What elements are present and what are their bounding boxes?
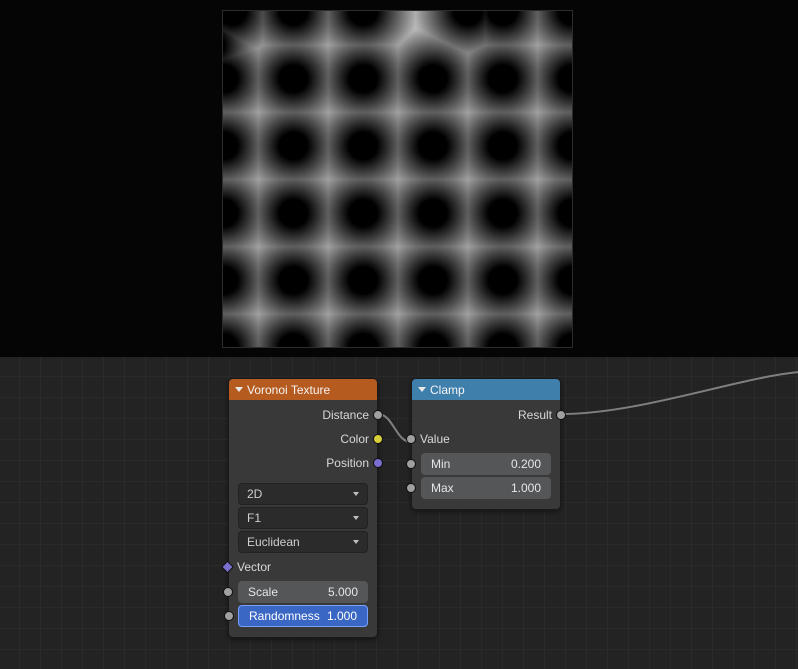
dimensions-dropdown[interactable]: 2D [238, 483, 368, 505]
input-vector: Vector [229, 555, 377, 579]
collapse-icon[interactable] [418, 387, 426, 392]
max-socket[interactable] [406, 483, 416, 493]
output-result: Result [412, 403, 560, 427]
scale-field[interactable]: Scale 5.000 [238, 581, 368, 603]
chevron-down-icon [353, 516, 359, 520]
chevron-down-icon [353, 540, 359, 544]
node-header[interactable]: Voronoi Texture [229, 379, 377, 400]
value-socket[interactable] [406, 434, 416, 444]
vector-socket[interactable] [221, 561, 234, 574]
collapse-icon[interactable] [235, 387, 243, 392]
chevron-down-icon [353, 492, 359, 496]
min-field[interactable]: Min 0.200 [421, 453, 551, 475]
scale-socket[interactable] [223, 587, 233, 597]
position-socket[interactable] [373, 458, 383, 468]
node-wires [0, 357, 798, 669]
randomness-socket[interactable] [224, 611, 234, 621]
output-position: Position [229, 451, 377, 475]
output-distance: Distance [229, 403, 377, 427]
voronoi-texture-node[interactable]: Voronoi Texture Distance Color Position … [228, 378, 378, 638]
clamp-node[interactable]: Clamp Result Value Min 0.200 Max 1.000 [411, 378, 561, 510]
preview-area [0, 0, 798, 357]
metric-dropdown[interactable]: Euclidean [238, 531, 368, 553]
input-value: Value [412, 427, 560, 451]
output-color: Color [229, 427, 377, 451]
node-editor[interactable]: Voronoi Texture Distance Color Position … [0, 357, 798, 669]
node-title: Clamp [430, 383, 465, 397]
node-title: Voronoi Texture [247, 383, 330, 397]
voronoi-preview[interactable] [222, 10, 573, 348]
feature-dropdown[interactable]: F1 [238, 507, 368, 529]
color-socket[interactable] [373, 434, 383, 444]
distance-socket[interactable] [373, 410, 383, 420]
max-field[interactable]: Max 1.000 [421, 477, 551, 499]
result-socket[interactable] [556, 410, 566, 420]
randomness-field[interactable]: Randomness 1.000 [238, 605, 368, 627]
min-socket[interactable] [406, 459, 416, 469]
node-header[interactable]: Clamp [412, 379, 560, 400]
